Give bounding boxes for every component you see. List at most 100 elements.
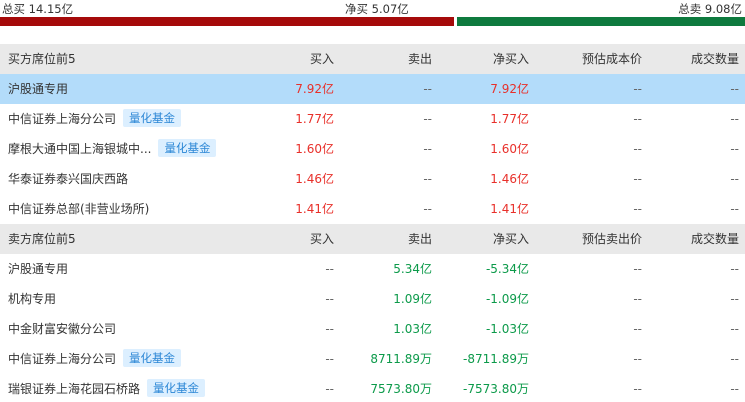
header-net: 净买入: [492, 232, 529, 246]
volume-value: --: [730, 142, 739, 156]
buy-value: --: [325, 292, 334, 306]
seat-name-cell: 华泰证券泰兴国庆西路: [8, 164, 128, 194]
seat-row[interactable]: 瑞银证券上海花园石桥路 量化基金 -- 7573.80万 -7573.80万 -- --: [0, 374, 745, 402]
seat-row[interactable]: 华泰证券泰兴国庆西路 1.46亿 -- 1.46亿 -- --: [0, 164, 745, 194]
net-buy-label: 净买 5.07亿: [345, 2, 409, 16]
volume-value: --: [730, 382, 739, 396]
estimated-price-value: --: [633, 262, 642, 276]
buy-value: --: [325, 352, 334, 366]
buy-value: --: [325, 382, 334, 396]
net-value: -8711.89万: [463, 352, 529, 366]
estimated-price-value: --: [633, 322, 642, 336]
sell-value: 1.03亿: [393, 322, 432, 336]
net-value: 7.92亿: [490, 82, 529, 96]
sell-value: 7573.80万: [370, 382, 432, 396]
estimated-price-value: --: [633, 112, 642, 126]
buy-value: 1.46亿: [295, 172, 334, 186]
buy-value: 1.77亿: [295, 112, 334, 126]
volume-value: --: [730, 322, 739, 336]
sell-value: --: [423, 112, 432, 126]
buy-seats-table: 买方席位前5 买入 卖出 净买入 预估成本价 成交数量 沪股通专用 7.92亿 --…: [0, 44, 745, 224]
quant-fund-badge[interactable]: 量化基金: [147, 379, 206, 397]
seat-name-cell: 中信证券上海分公司 量化基金: [8, 344, 182, 374]
net-value: 1.46亿: [490, 172, 529, 186]
net-value: 1.41亿: [490, 202, 529, 216]
buy-table-header: 买方席位前5 买入 卖出 净买入 预估成本价 成交数量: [0, 44, 745, 74]
estimated-price-value: --: [633, 82, 642, 96]
estimated-price-value: --: [633, 382, 642, 396]
sell-value: --: [423, 172, 432, 186]
seat-row[interactable]: 中信证券总部(非营业场所) 1.41亿 -- 1.41亿 -- --: [0, 194, 745, 224]
sell-value: --: [423, 82, 432, 96]
seat-name-cell: 摩根大通中国上海银城中... 量化基金: [8, 134, 217, 164]
volume-value: --: [730, 292, 739, 306]
buy-value: --: [325, 322, 334, 336]
quant-fund-badge[interactable]: 量化基金: [123, 349, 182, 367]
net-value: -1.09亿: [485, 292, 529, 306]
buy-value: 7.92亿: [295, 82, 334, 96]
header-volume: 成交数量: [690, 52, 739, 66]
seat-name-cell: 沪股通专用: [8, 254, 68, 284]
seat-name-cell: 中金财富安徽分公司: [8, 314, 116, 344]
seat-row[interactable]: 沪股通专用 -- 5.34亿 -5.34亿 -- --: [0, 254, 745, 284]
seat-row[interactable]: 中信证券上海分公司 量化基金 1.77亿 -- 1.77亿 -- --: [0, 104, 745, 134]
quant-fund-badge[interactable]: 量化基金: [158, 139, 217, 157]
sell-value: 5.34亿: [393, 262, 432, 276]
header-buy: 买入: [309, 52, 334, 66]
sell-seats-table: 卖方席位前5 买入 卖出 净买入 预估卖出价 成交数量 沪股通专用 -- 5.34亿…: [0, 224, 745, 402]
seat-name[interactable]: 瑞银证券上海花园石桥路: [8, 382, 140, 396]
seat-row[interactable]: 中金财富安徽分公司 -- 1.03亿 -1.03亿 -- --: [0, 314, 745, 344]
seat-row[interactable]: 摩根大通中国上海银城中... 量化基金 1.60亿 -- 1.60亿 -- --: [0, 134, 745, 164]
seat-name-cell: 机构专用: [8, 284, 56, 314]
volume-value: --: [730, 262, 739, 276]
sell-value: 1.09亿: [393, 292, 432, 306]
volume-value: --: [730, 172, 739, 186]
seat-name[interactable]: 中金财富安徽分公司: [8, 322, 116, 336]
estimated-price-value: --: [633, 142, 642, 156]
net-value: -5.34亿: [485, 262, 529, 276]
header-sell: 卖出: [407, 232, 432, 246]
seat-row[interactable]: 机构专用 -- 1.09亿 -1.09亿 -- --: [0, 284, 745, 314]
seat-name-cell: 沪股通专用: [8, 74, 68, 104]
buy-sell-ratio-bar: [0, 17, 745, 26]
estimated-price-value: --: [633, 202, 642, 216]
seat-row[interactable]: 沪股通专用 7.92亿 -- 7.92亿 -- --: [0, 74, 745, 104]
seat-name[interactable]: 沪股通专用: [8, 82, 68, 96]
header-cost: 预估成本价: [581, 52, 642, 66]
estimated-price-value: --: [633, 352, 642, 366]
seat-name[interactable]: 中信证券总部(非营业场所): [8, 202, 149, 216]
buy-value: 1.41亿: [295, 202, 334, 216]
sell-ratio-segment: [456, 17, 745, 26]
estimated-price-value: --: [633, 172, 642, 186]
sell-table-header: 卖方席位前5 买入 卖出 净买入 预估卖出价 成交数量: [0, 224, 745, 254]
header-cost: 预估卖出价: [581, 232, 642, 246]
sell-value: --: [423, 202, 432, 216]
seat-name[interactable]: 华泰证券泰兴国庆西路: [8, 172, 128, 186]
seat-row[interactable]: 中信证券上海分公司 量化基金 -- 8711.89万 -8711.89万 -- --: [0, 344, 745, 374]
header-sell: 卖出: [407, 52, 432, 66]
volume-value: --: [730, 202, 739, 216]
seat-name[interactable]: 沪股通专用: [8, 262, 68, 276]
seat-name-cell: 瑞银证券上海花园石桥路 量化基金: [8, 374, 206, 402]
buy-value: --: [325, 262, 334, 276]
quant-fund-badge[interactable]: 量化基金: [123, 109, 182, 127]
summary-line: 总买 14.15亿 净买 5.07亿 总卖 9.08亿: [0, 0, 745, 17]
volume-value: --: [730, 112, 739, 126]
estimated-price-value: --: [633, 292, 642, 306]
header-buy: 买入: [309, 232, 334, 246]
seat-name[interactable]: 中信证券上海分公司: [8, 112, 116, 126]
seat-name[interactable]: 机构专用: [8, 292, 56, 306]
header-net: 净买入: [492, 52, 529, 66]
seat-name-cell: 中信证券上海分公司 量化基金: [8, 104, 182, 134]
net-value: -7573.80万: [463, 382, 529, 396]
buy-ratio-segment: [0, 17, 454, 26]
sell-value: 8711.89万: [370, 352, 432, 366]
seat-name-cell: 中信证券总部(非营业场所): [8, 194, 149, 224]
total-sell-label: 总卖 9.08亿: [678, 2, 742, 16]
seat-name[interactable]: 摩根大通中国上海银城中...: [8, 142, 151, 156]
seat-name[interactable]: 中信证券上海分公司: [8, 352, 116, 366]
buy-value: 1.60亿: [295, 142, 334, 156]
sell-value: --: [423, 142, 432, 156]
header-seat: 买方席位前5: [8, 52, 76, 66]
net-value: 1.77亿: [490, 112, 529, 126]
